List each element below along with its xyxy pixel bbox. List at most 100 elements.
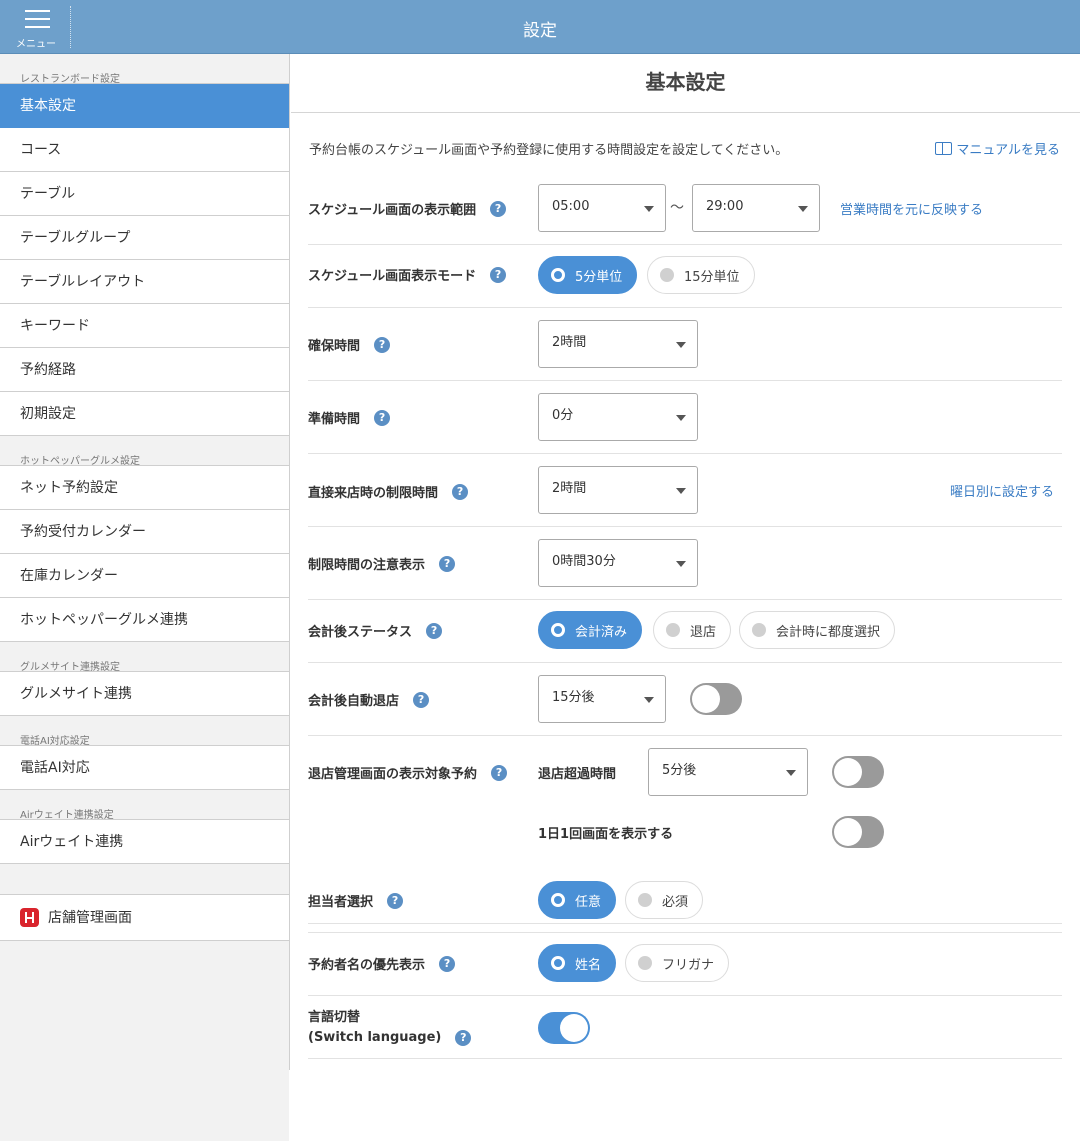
sidebar-item-stock-calendar[interactable]: 在庫カレンダー [0, 554, 289, 598]
language-toggle[interactable] [538, 1012, 590, 1044]
hamburger-icon [25, 10, 50, 28]
radio-select-each-time[interactable]: 会計時に都度選択 [739, 611, 896, 649]
setting-row-language: 言語切替 (Switch language) ? [308, 996, 1062, 1059]
manual-link[interactable]: マニュアルを見る [935, 139, 1060, 158]
sidebar-item-store-management[interactable]: 店舗管理画面 [0, 895, 289, 941]
setting-label: スケジュール画面の表示範囲 [308, 203, 477, 218]
setting-row-auto-exit: 会計後自動退店 ? 15分後 [308, 663, 1062, 736]
help-icon[interactable]: ? [490, 200, 507, 217]
setting-row-walkin-limit: 直接来店時の制限時間 ? 2時間 曜日別に設定する [308, 454, 1062, 527]
help-icon[interactable]: ? [452, 483, 469, 500]
walkin-limit-select[interactable]: 2時間 [538, 466, 698, 514]
setting-row-after-payment-status: 会計後ステータス ? 会計済み 退店 会計時に都度選択 [308, 600, 1062, 663]
hold-time-select[interactable]: 2時間 [538, 320, 698, 368]
radio-paid[interactable]: 会計済み [538, 611, 643, 649]
book-icon [935, 142, 953, 155]
help-icon[interactable]: ? [387, 892, 404, 909]
page-header-title: 設定 [523, 21, 557, 41]
sidebar-item-hotpepper-link[interactable]: ホットペッパーグルメ連携 [0, 598, 289, 642]
once-a-day-toggle[interactable] [832, 816, 884, 848]
radio-icon [638, 893, 652, 907]
main-content: 基本設定 予約台帳のスケジュール画面や予約登録に使用する時間設定を設定してくださ… [291, 54, 1080, 1070]
sidebar-section-title: レストランボード設定 [0, 54, 289, 85]
setting-label: 言語切替 [308, 1010, 361, 1025]
app-header: メニュー 設定 [0, 0, 1080, 54]
setting-row-staff-select: 担当者選択 ? 任意 必須 [308, 870, 1062, 933]
sidebar-section-title: ホットペッパーグルメ設定 [0, 436, 289, 467]
radio-exit[interactable]: 退店 [653, 611, 732, 649]
radio-icon [660, 268, 674, 282]
sidebar-item-net-reservation[interactable]: ネット予約設定 [0, 466, 289, 510]
setting-label: 担当者選択 [308, 895, 374, 910]
prep-time-select[interactable]: 0分 [538, 393, 698, 441]
radio-full-name[interactable]: 姓名 [538, 944, 617, 982]
schedule-start-select[interactable]: 05:00 [538, 184, 666, 232]
limit-notice-select[interactable]: 0時間30分 [538, 539, 698, 587]
radio-icon [551, 893, 565, 907]
setting-label: スケジュール画面表示モード [308, 269, 477, 284]
radio-icon [638, 956, 652, 970]
exit-overtime-select[interactable]: 5分後 [648, 748, 808, 796]
sidebar-item-basic-settings[interactable]: 基本設定 [0, 84, 289, 128]
sidebar-item-keyword[interactable]: キーワード [0, 304, 289, 348]
sidebar-section-title: 電話AI対応設定 [0, 716, 289, 747]
help-icon[interactable]: ? [374, 336, 391, 353]
radio-furigana[interactable]: フリガナ [625, 944, 730, 982]
sidebar-item-reservation-route[interactable]: 予約経路 [0, 348, 289, 392]
sidebar-item-table[interactable]: テーブル [0, 172, 289, 216]
setting-label: 確保時間 [308, 339, 361, 354]
help-icon[interactable]: ? [439, 955, 456, 972]
menu-button[interactable]: メニュー [0, 0, 72, 54]
setting-label: 会計後自動退店 [308, 694, 400, 709]
sidebar-section-title: Airウェイト連携設定 [0, 790, 289, 821]
help-icon[interactable]: ? [491, 764, 508, 781]
help-icon[interactable]: ? [439, 555, 456, 572]
radio-optional[interactable]: 任意 [538, 881, 617, 919]
menu-label: メニュー [16, 39, 56, 50]
radio-icon [551, 268, 565, 282]
radio-icon [551, 623, 565, 637]
store-logo-icon [20, 908, 39, 927]
help-icon[interactable]: ? [490, 266, 507, 283]
radio-icon [551, 956, 565, 970]
setting-label: 制限時間の注意表示 [308, 558, 426, 573]
help-icon[interactable]: ? [374, 409, 391, 426]
radio-required[interactable]: 必須 [625, 881, 704, 919]
setting-row-display-mode: スケジュール画面表示モード ? 5分単位 15分単位 [308, 245, 1062, 308]
page-description: 予約台帳のスケジュール画面や予約登録に使用する時間設定を設定してください。 [309, 143, 789, 158]
sidebar-item-airwait-link[interactable]: Airウェイト連携 [0, 820, 289, 864]
sidebar-item-reservation-calendar[interactable]: 予約受付カレンダー [0, 510, 289, 554]
setting-label: 会計後ステータス [308, 625, 413, 640]
auto-exit-toggle[interactable] [690, 683, 742, 715]
setting-row-limit-notice: 制限時間の注意表示 ? 0時間30分 [308, 527, 1062, 600]
auto-exit-select[interactable]: 15分後 [538, 675, 666, 723]
radio-5min[interactable]: 5分単位 [538, 256, 638, 294]
sidebar-item-table-group[interactable]: テーブルグループ [0, 216, 289, 260]
set-by-weekday-link[interactable]: 曜日別に設定する [950, 481, 1054, 500]
help-icon[interactable]: ? [426, 622, 443, 639]
help-icon[interactable]: ? [455, 1030, 472, 1046]
exit-overtime-toggle[interactable] [832, 756, 884, 788]
help-icon[interactable]: ? [413, 691, 430, 708]
sidebar-item-initial-settings[interactable]: 初期設定 [0, 392, 289, 436]
setting-row-prep-time: 準備時間 ? 0分 [308, 381, 1062, 454]
radio-15min[interactable]: 15分単位 [647, 256, 755, 294]
reflect-business-hours-link[interactable]: 営業時間を元に反映する [840, 199, 983, 218]
sidebar: レストランボード設定 基本設定 コース テーブル テーブルグループ テーブルレイ… [0, 54, 290, 1141]
sidebar-item-table-layout[interactable]: テーブルレイアウト [0, 260, 289, 304]
radio-icon [666, 623, 680, 637]
sidebar-section-title: グルメサイト連携設定 [0, 642, 289, 673]
sidebar-item-course[interactable]: コース [0, 128, 289, 172]
manual-link-label: マニュアルを見る [956, 143, 1060, 158]
range-separator: 〜 [670, 200, 684, 216]
once-a-day-label: 1日1回画面を表示する [538, 827, 674, 842]
setting-label: 準備時間 [308, 412, 361, 427]
setting-row-name-priority: 予約者名の優先表示 ? 姓名 フリガナ [308, 933, 1062, 996]
schedule-end-select[interactable]: 29:00 [692, 184, 820, 232]
radio-icon [752, 623, 766, 637]
setting-row-schedule-range: スケジュール画面の表示範囲 ? 05:00 〜 29:00 営業時間を元に反映す… [308, 168, 1062, 245]
sidebar-item-phone-ai[interactable]: 電話AI対応 [0, 746, 289, 790]
store-management-label: 店舗管理画面 [48, 909, 132, 926]
sidebar-item-gourmet-site-link[interactable]: グルメサイト連携 [0, 672, 289, 716]
setting-label-sub: (Switch language) [308, 1030, 442, 1045]
